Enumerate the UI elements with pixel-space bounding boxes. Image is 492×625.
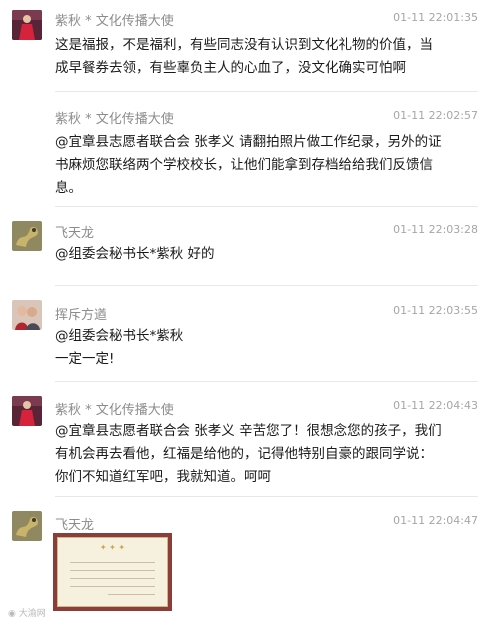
message-line: @宜章县志愿者联合会 张孝义 请翻拍照片做工作纪录，另外的证 [55,134,442,150]
message-line: 成早餐券去领，有些辜负主人的心血了，没文化确实可怕啊 [55,60,406,76]
sender-name[interactable]: 飞天龙 [55,222,94,241]
certificate-text-line [70,586,155,587]
sender-name[interactable]: 紫秋 * 文化传播大使 [55,10,174,29]
sender-name[interactable]: 飞天龙 [55,514,94,533]
message-line: @宜章县志愿者联合会 张孝义 辛苦您了！很想念您的孩子，我们 [55,423,442,439]
timestamp: 01-11 22:04:47 [393,514,478,527]
message-text: @宜章县志愿者联合会 张孝义 请翻拍照片做工作纪录，另外的证 书麻烦您联络两个学… [55,131,465,200]
certificate-text-line [70,570,155,571]
avatar-dragon-icon [12,221,42,251]
message-line: 息。 [55,180,82,196]
certificate-image[interactable]: ✦ ✦ ✦ [53,533,172,611]
message-line: 一定一定! [55,351,115,367]
divider [55,496,478,497]
sender-name[interactable]: 紫秋 * 文化传播大使 [55,399,174,418]
timestamp: 01-11 22:02:57 [393,109,478,122]
divider [55,206,478,207]
sender-name[interactable]: 挥斥方遒 [55,304,107,323]
avatar[interactable] [12,396,42,426]
watermark-text: 大渝网 [18,609,46,619]
divider [55,381,478,382]
avatar[interactable] [12,221,42,251]
message-line: 书麻烦您联络两个学校校长，让他们能拿到存档给给我们反馈信 [55,157,433,173]
message-text: @宜章县志愿者联合会 张孝义 辛苦您了！很想念您的孩子，我们 有机会再去看他，红… [55,420,465,489]
weibo-icon: ◉ [8,609,16,619]
divider [55,91,478,92]
avatar-dragon-icon [12,511,42,541]
message-text: @组委会秘书长*紫秋 好的 [55,243,465,266]
certificate-paper: ✦ ✦ ✦ [57,537,168,607]
message-line: 这是福报，不是福利，有些同志没有认识到文化礼物的价值，当 [55,37,433,53]
sender-name[interactable]: 紫秋 * 文化传播大使 [55,108,174,127]
certificate-text-line [70,578,155,579]
avatar-couple-icon [12,300,42,330]
avatar-red-dress-icon [12,396,42,426]
certificate-text-line [108,594,155,595]
message-line: @组委会秘书长*紫秋 [55,328,184,344]
message-text: 这是福报，不是福利，有些同志没有认识到文化礼物的价值，当 成早餐券去领，有些辜负… [55,34,465,80]
divider [55,285,478,286]
timestamp: 01-11 22:03:55 [393,304,478,317]
timestamp: 01-11 22:01:35 [393,11,478,24]
certificate-text-line [70,562,155,563]
message-line: 有机会再去看他，红福是给他的，记得他特别自豪的跟同学说： [55,446,433,462]
watermark: ◉ 大渝网 [8,606,46,619]
certificate-emblem-icon: ✦ ✦ ✦ [99,543,126,552]
avatar-red-dress-icon [12,10,42,40]
timestamp: 01-11 22:04:43 [393,399,478,412]
message-text: @组委会秘书长*紫秋 一定一定! [55,325,465,371]
message-line: @组委会秘书长*紫秋 好的 [55,246,215,262]
timestamp: 01-11 22:03:28 [393,223,478,236]
avatar[interactable] [12,511,42,541]
message-line: 你们不知道红军吧，我就知道。呵呵 [55,469,271,485]
avatar[interactable] [12,10,42,40]
avatar[interactable] [12,300,42,330]
